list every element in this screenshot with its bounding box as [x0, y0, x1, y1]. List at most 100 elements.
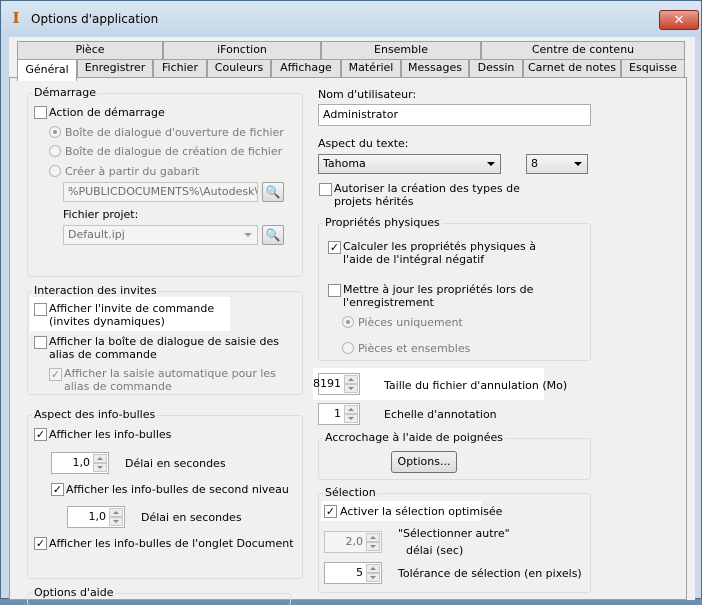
tab-materiel[interactable]: Matériel	[341, 59, 401, 77]
help-group: Options d'aide	[27, 586, 291, 605]
grip-options-button[interactable]: Options...	[391, 451, 457, 473]
auto-complete-label: Afficher la saisie automatique pour les …	[64, 367, 276, 393]
cmd-prompt-checkbox[interactable]	[34, 303, 47, 316]
spin-down-icon[interactable]	[344, 414, 358, 423]
spin-down-icon[interactable]	[366, 573, 380, 582]
help-group-title: Options d'aide	[32, 586, 116, 599]
undo-size-value: 8191	[313, 377, 341, 390]
update-on-save-checkbox[interactable]	[328, 284, 341, 297]
tab-affichage[interactable]: Affichage	[271, 59, 341, 77]
parts-assemblies-radio[interactable]	[342, 342, 354, 354]
spin-up-icon[interactable]	[93, 454, 107, 463]
spin-down-icon[interactable]	[366, 542, 380, 551]
startup-action-label: Action de démarrage	[49, 106, 165, 119]
tab-carnet-de-notes[interactable]: Carnet de notes	[523, 59, 621, 77]
tab-messages[interactable]: Messages	[401, 59, 469, 77]
text-aspect-label: Aspect du texte:	[318, 137, 409, 150]
chevron-down-icon	[574, 162, 582, 166]
tab-centre-de-contenu[interactable]: Centre de contenu	[481, 41, 685, 59]
create-dialog-radio[interactable]	[49, 145, 61, 157]
inventor-app-icon: I	[12, 9, 20, 27]
cmd-prompt-label: Afficher l'invite de commande (invites d…	[49, 302, 215, 328]
application-options-window: I Options d'application ✕ Pièce iFonctio…	[0, 0, 702, 605]
project-file-label: Fichier projet:	[63, 208, 139, 221]
tab-ensemble[interactable]: Ensemble	[321, 41, 481, 59]
show-tooltips-checkbox[interactable]: ✓	[34, 428, 47, 441]
checkmark-icon: ✓	[35, 537, 46, 550]
legacy-projects-label: Autoriser la création des types de proje…	[334, 182, 520, 208]
select-other-delay-label: délai (sec)	[406, 544, 464, 557]
show-tooltips-label: Afficher les info-bulles	[49, 428, 172, 441]
tab-piece[interactable]: Pièce	[17, 41, 163, 59]
undo-size-spinner[interactable]: 8191	[313, 373, 360, 395]
font-combo[interactable]: Tahoma	[318, 154, 501, 174]
second-delay-label: Délai en secondes	[141, 511, 242, 524]
folder-search-icon[interactable]: 🔍	[262, 225, 284, 245]
tooltips-group-title: Aspect des info-bulles	[32, 408, 158, 421]
select-other-delay-value: 2,0	[345, 535, 364, 548]
template-path-field[interactable]: %PUBLICDOCUMENTS%\Autodesk\Inv	[63, 182, 258, 202]
checkmark-icon: ✓	[35, 428, 46, 441]
select-other-delay-spinner[interactable]: 2,0	[324, 531, 382, 553]
spin-down-icon[interactable]	[93, 463, 107, 472]
font-value: Tahoma	[323, 157, 366, 170]
font-size-value: 8	[531, 157, 538, 170]
undo-size-label: Taille du fichier d'annulation (Mo)	[384, 379, 568, 392]
spin-up-icon[interactable]	[366, 533, 380, 542]
startup-group-title: Démarrage	[32, 86, 99, 99]
startup-action-checkbox[interactable]	[34, 106, 47, 119]
annotation-scale-spinner[interactable]: 1	[318, 403, 360, 425]
second-delay-spinner[interactable]: 1,0	[67, 506, 125, 528]
spin-up-icon[interactable]	[109, 508, 123, 517]
selection-tolerance-label: Tolérance de sélection (en pixels)	[398, 567, 582, 580]
open-dialog-label: Boîte de dialogue d'ouverture de fichier	[65, 126, 284, 139]
doc-tab-tooltips-checkbox[interactable]: ✓	[34, 537, 47, 550]
from-template-radio[interactable]	[49, 165, 61, 177]
alias-dialog-label: Afficher la boîte de dialogue de saisie …	[49, 335, 279, 361]
project-file-combo[interactable]: Default.ipj	[63, 225, 258, 245]
window-title: Options d'application	[31, 12, 159, 26]
tab-general[interactable]: Général	[17, 59, 77, 81]
tooltip-delay-spinner[interactable]: 1,0	[51, 452, 109, 474]
spin-down-icon[interactable]	[344, 384, 358, 393]
spin-up-icon[interactable]	[344, 405, 358, 414]
tab-dessin[interactable]: Dessin	[469, 59, 523, 77]
negative-integral-label: Calculer les propriétés physiques à l'ai…	[343, 240, 536, 266]
open-dialog-radio[interactable]	[49, 126, 61, 138]
tooltip-delay-label: Délai en secondes	[125, 457, 226, 470]
project-file-value: Default.ipj	[68, 228, 125, 241]
tab-fichier[interactable]: Fichier	[153, 59, 207, 77]
title-bar: I Options d'application ✕	[1, 1, 701, 37]
spin-down-icon[interactable]	[109, 517, 123, 526]
legacy-projects-checkbox[interactable]	[319, 183, 332, 196]
username-field[interactable]: Administrator	[318, 104, 591, 126]
username-label: Nom d'utilisateur:	[318, 88, 417, 101]
annotation-scale-value: 1	[334, 407, 341, 420]
folder-search-icon[interactable]: 🔍	[262, 182, 284, 202]
parts-only-radio[interactable]	[342, 316, 354, 328]
checkmark-icon: ✓	[329, 241, 340, 254]
tab-ifonction[interactable]: iFonction	[163, 41, 321, 59]
tooltip-delay-value: 1,0	[72, 456, 91, 469]
selection-tolerance-spinner[interactable]: 5	[324, 562, 382, 584]
checkmark-icon: ✓	[325, 505, 336, 518]
optimized-selection-label: Activer la sélection optimisée	[340, 505, 503, 518]
font-size-combo[interactable]: 8	[526, 154, 588, 174]
physical-props-title: Propriétés physiques	[323, 216, 442, 229]
optimized-selection-checkbox[interactable]: ✓	[324, 505, 337, 518]
second-delay-value: 1,0	[88, 510, 107, 523]
negative-integral-checkbox[interactable]: ✓	[328, 241, 341, 254]
chevron-down-icon	[244, 233, 252, 237]
tab-couleurs[interactable]: Couleurs	[207, 59, 271, 77]
checkmark-icon: ✓	[52, 483, 63, 496]
parts-assemblies-label: Pièces et ensembles	[358, 342, 471, 355]
close-button[interactable]: ✕	[659, 10, 699, 30]
second-level-checkbox[interactable]: ✓	[51, 483, 64, 496]
alias-dialog-checkbox[interactable]	[34, 336, 47, 349]
checkmark-icon: ✓	[50, 368, 61, 381]
auto-complete-checkbox[interactable]: ✓	[49, 368, 62, 381]
tab-enregistrer[interactable]: Enregistrer	[77, 59, 153, 77]
spin-up-icon[interactable]	[366, 564, 380, 573]
tab-esquisse[interactable]: Esquisse	[621, 59, 685, 77]
spin-up-icon[interactable]	[344, 375, 358, 384]
